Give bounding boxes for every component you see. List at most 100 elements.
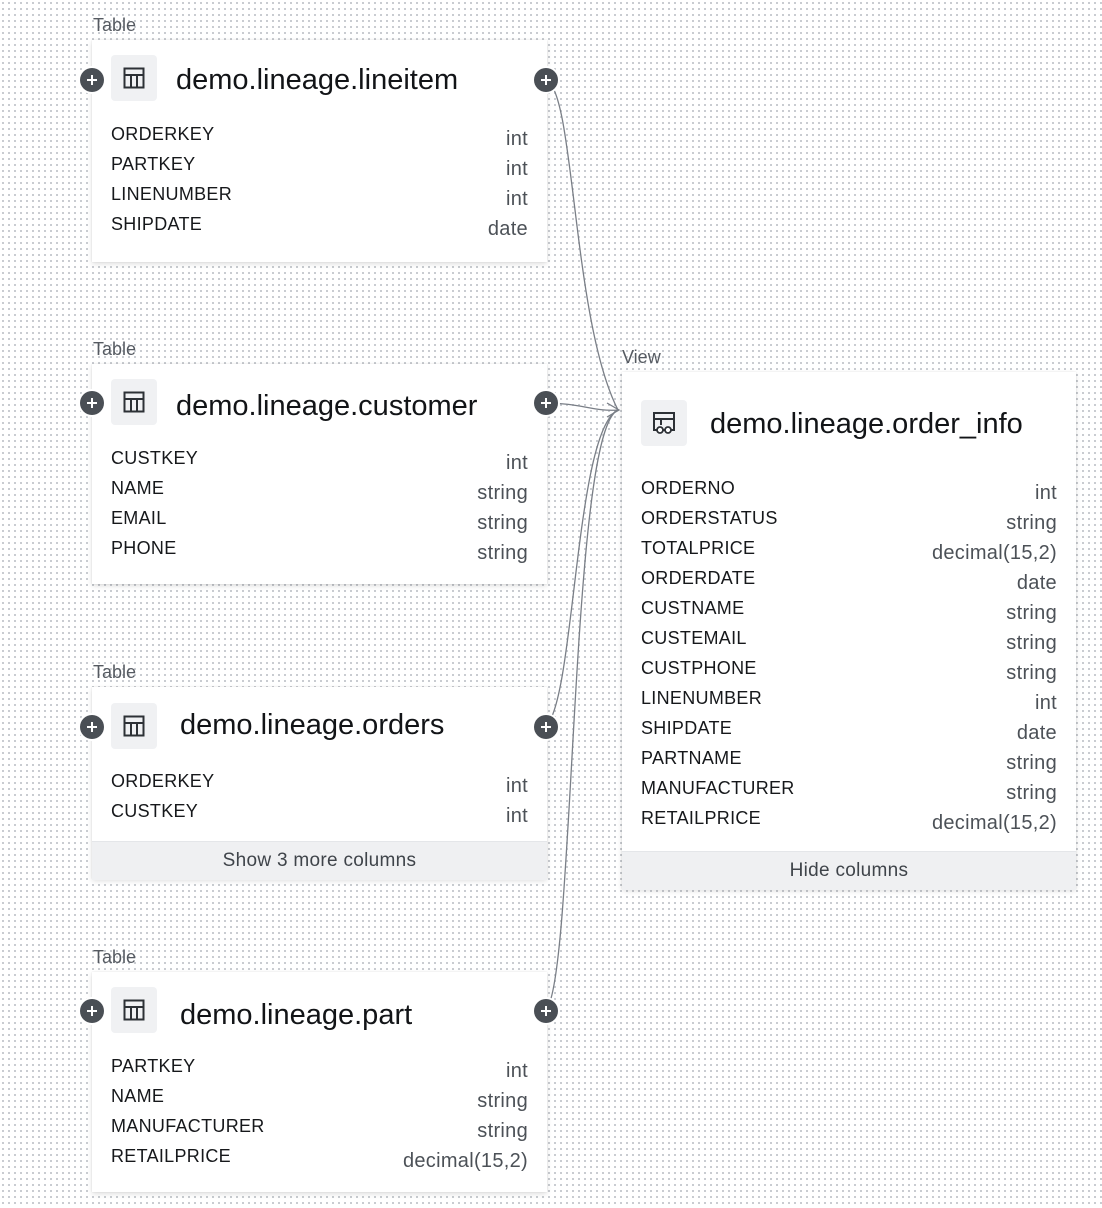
column-name: PHONE — [111, 538, 177, 558]
column-type: date — [487, 218, 528, 240]
expand-upstream-button[interactable] — [80, 999, 104, 1023]
node-title[interactable]: demo.lineage.orders — [180, 709, 444, 742]
column-name: CUSTPHONE — [641, 658, 757, 678]
column-row[interactable]: NAME string — [92, 1086, 547, 1116]
column-row[interactable]: PARTNAME string — [622, 748, 1076, 778]
expand-upstream-button[interactable] — [80, 391, 104, 415]
expand-upstream-button[interactable] — [80, 68, 104, 92]
table-icon — [111, 379, 157, 425]
node-kind-label: Table — [93, 947, 137, 967]
plus-icon — [541, 398, 551, 408]
hide-columns-button[interactable]: Hide columns — [622, 851, 1076, 890]
column-row[interactable]: ORDERKEY int — [92, 124, 547, 154]
expand-downstream-button[interactable] — [534, 68, 558, 92]
column-name: LINENUMBER — [111, 184, 233, 204]
node-title[interactable]: demo.lineage.customer — [176, 390, 477, 423]
column-name: ORDERKEY — [111, 124, 215, 144]
expand-upstream-button[interactable] — [80, 715, 104, 739]
column-row[interactable]: PARTKEY int — [92, 1056, 547, 1086]
node-header: demo.lineage.lineitem — [92, 40, 547, 124]
column-type: string — [1006, 602, 1057, 624]
column-row[interactable]: SHIPDATE date — [92, 214, 547, 244]
table-node-lineitem[interactable]: demo.lineage.lineitem ORDERKEY int PARTKE… — [92, 40, 547, 262]
column-name: ORDERSTATUS — [641, 508, 778, 528]
column-row[interactable]: NAME string — [92, 478, 547, 508]
column-type: date — [1016, 722, 1057, 744]
expand-downstream-button[interactable] — [534, 391, 558, 415]
column-type: int — [505, 188, 528, 210]
column-name: MANUFACTURER — [111, 1116, 265, 1136]
view-icon — [641, 400, 687, 446]
column-type: decimal(15,2) — [931, 542, 1057, 564]
column-name: CUSTKEY — [111, 801, 199, 821]
column-row[interactable]: RETAILPRICE decimal(15,2) — [622, 808, 1076, 838]
column-row[interactable]: MANUFACTURER string — [92, 1116, 547, 1146]
column-name: PARTNAME — [641, 748, 742, 768]
node-title[interactable]: demo.lineage.order_info — [710, 408, 1023, 441]
column-name: EMAIL — [111, 508, 167, 528]
plus-icon — [87, 398, 97, 408]
column-row[interactable]: ORDERSTATUS string — [622, 508, 1076, 538]
node-header: demo.lineage.customer — [92, 364, 547, 448]
column-name: CUSTKEY — [111, 448, 199, 468]
plus-icon — [541, 722, 551, 732]
column-row[interactable]: RETAILPRICE decimal(15,2) — [92, 1146, 547, 1176]
column-row[interactable]: EMAIL string — [92, 508, 547, 538]
table-icon — [111, 55, 157, 101]
column-row[interactable]: TOTALPRICE decimal(15,2) — [622, 538, 1076, 568]
node-header: demo.lineage.part — [92, 972, 547, 1056]
table-node-orders[interactable]: demo.lineage.orders ORDERKEY int CUSTKEY i… — [92, 687, 547, 880]
column-name: ORDERNO — [641, 478, 736, 498]
node-header: demo.lineage.orders — [92, 687, 547, 771]
view-node-order_info[interactable]: demo.lineage.order_info ORDERNO int ORDER… — [622, 372, 1076, 890]
edge-orders-to-order_info — [545, 409, 619, 727]
column-row[interactable]: CUSTEMAIL string — [622, 628, 1076, 658]
node-kind-label: Table — [93, 339, 137, 359]
column-row[interactable]: ORDERDATE date — [622, 568, 1076, 598]
plus-icon — [87, 75, 97, 85]
column-row[interactable]: CUSTPHONE string — [622, 658, 1076, 688]
column-row[interactable]: ORDERKEY int — [92, 771, 547, 801]
column-type: string — [1006, 752, 1057, 774]
node-title[interactable]: demo.lineage.lineitem — [176, 64, 458, 97]
column-type: int — [505, 805, 528, 827]
column-row[interactable]: MANUFACTURER string — [622, 778, 1076, 808]
column-type: int — [505, 1060, 528, 1082]
column-name: TOTALPRICE — [641, 538, 756, 558]
column-type: int — [505, 158, 528, 180]
column-type: string — [1006, 632, 1057, 654]
column-row[interactable]: LINENUMBER int — [92, 184, 547, 214]
table-node-part[interactable]: demo.lineage.part PARTKEY int NAME string … — [92, 972, 547, 1192]
column-row[interactable]: SHIPDATE date — [622, 718, 1076, 748]
column-name: PARTKEY — [111, 154, 196, 174]
column-type: string — [477, 1090, 528, 1112]
plus-icon — [541, 75, 551, 85]
column-row[interactable]: PARTKEY int — [92, 154, 547, 184]
column-name: ORDERDATE — [641, 568, 756, 588]
table-node-customer[interactable]: demo.lineage.customer CUSTKEY int NAME str… — [92, 364, 547, 584]
column-row[interactable]: LINENUMBER int — [622, 688, 1076, 718]
node-title[interactable]: demo.lineage.part — [180, 999, 412, 1032]
node-header: demo.lineage.order_info — [622, 372, 1076, 478]
column-type: string — [1006, 782, 1057, 804]
plus-icon — [541, 1006, 551, 1016]
show-more-columns-button[interactable]: Show 3 more columns — [92, 841, 547, 880]
column-type: decimal(15,2) — [931, 812, 1057, 834]
column-row[interactable]: ORDERNO int — [622, 478, 1076, 508]
column-type: int — [505, 775, 528, 797]
column-row[interactable]: CUSTKEY int — [92, 801, 547, 831]
column-name: ORDERKEY — [111, 771, 215, 791]
column-row[interactable]: CUSTKEY int — [92, 448, 547, 478]
column-name: NAME — [111, 1086, 165, 1106]
column-name: NAME — [111, 478, 165, 498]
column-name: SHIPDATE — [111, 214, 203, 234]
column-type: string — [477, 512, 528, 534]
edge-arrowhead — [606, 402, 621, 418]
column-type: int — [505, 128, 528, 150]
column-row[interactable]: CUSTNAME string — [622, 598, 1076, 628]
expand-downstream-button[interactable] — [534, 715, 558, 739]
column-type: string — [477, 1120, 528, 1142]
column-type: int — [1034, 482, 1057, 504]
column-row[interactable]: PHONE string — [92, 538, 547, 568]
expand-downstream-button[interactable] — [534, 999, 558, 1023]
